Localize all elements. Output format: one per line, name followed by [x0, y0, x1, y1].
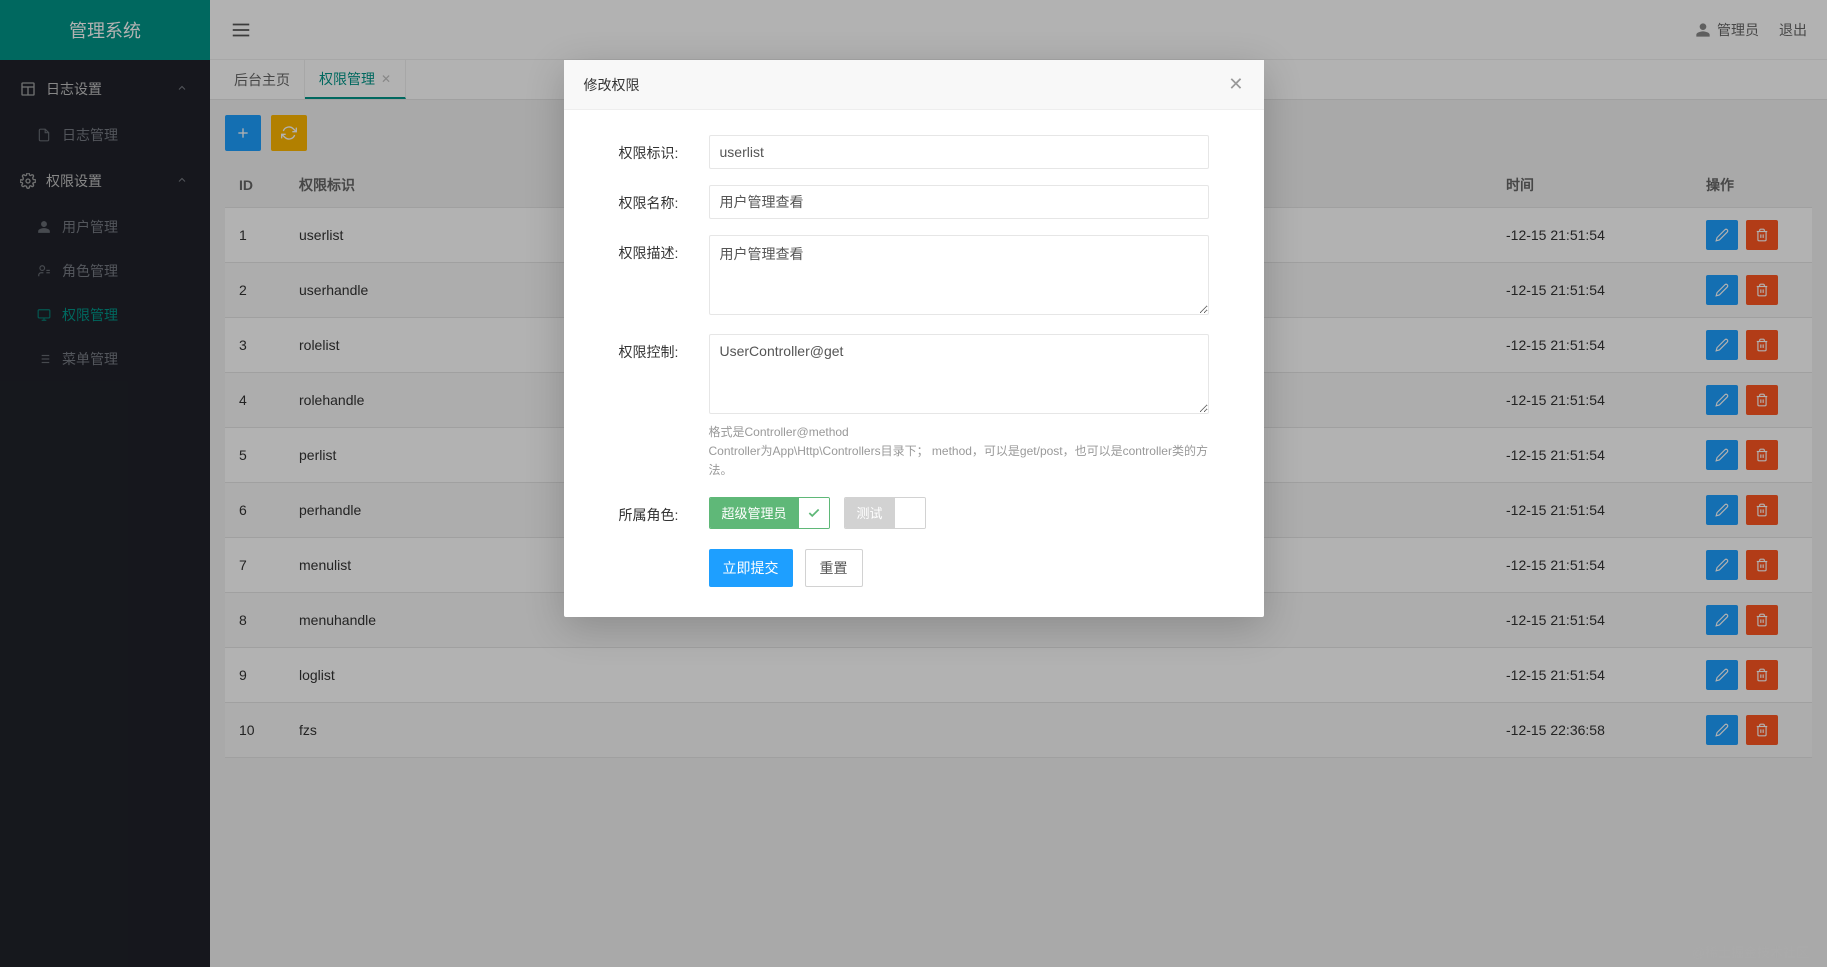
check-icon [799, 498, 829, 528]
switch-label: 超级管理员 [710, 498, 799, 528]
switch-role-superadmin[interactable]: 超级管理员 [709, 497, 830, 529]
switch-role-test[interactable]: 测试 [844, 497, 926, 529]
reset-button[interactable]: 重置 [805, 549, 863, 587]
textarea-desc[interactable]: 用户管理查看 [709, 235, 1209, 315]
label-role: 所属角色: [619, 497, 709, 529]
close-icon[interactable]: ✕ [1228, 74, 1243, 95]
modal-overlay[interactable]: 修改权限 ✕ 权限标识: 权限名称: 权限描述: 用户管理查看 权限控制: [0, 0, 1827, 967]
label-name: 权限名称: [619, 185, 709, 219]
label-ctrl: 权限控制: [619, 334, 709, 481]
input-ident[interactable] [709, 135, 1209, 169]
submit-button[interactable]: 立即提交 [709, 549, 793, 587]
modal-title: 修改权限 [584, 75, 640, 95]
switch-label: 测试 [845, 498, 895, 528]
textarea-ctrl[interactable]: UserController@get [709, 334, 1209, 414]
modal-edit-perm: 修改权限 ✕ 权限标识: 权限名称: 权限描述: 用户管理查看 权限控制: [564, 60, 1264, 617]
knob-icon [895, 498, 925, 528]
help-text: 格式是Controller@method Controller为App\Http… [709, 423, 1209, 481]
watermark: @稀土掘金技术社区 [1692, 942, 1809, 961]
label-desc: 权限描述: [619, 235, 709, 318]
input-name[interactable] [709, 185, 1209, 219]
label-ident: 权限标识: [619, 135, 709, 169]
